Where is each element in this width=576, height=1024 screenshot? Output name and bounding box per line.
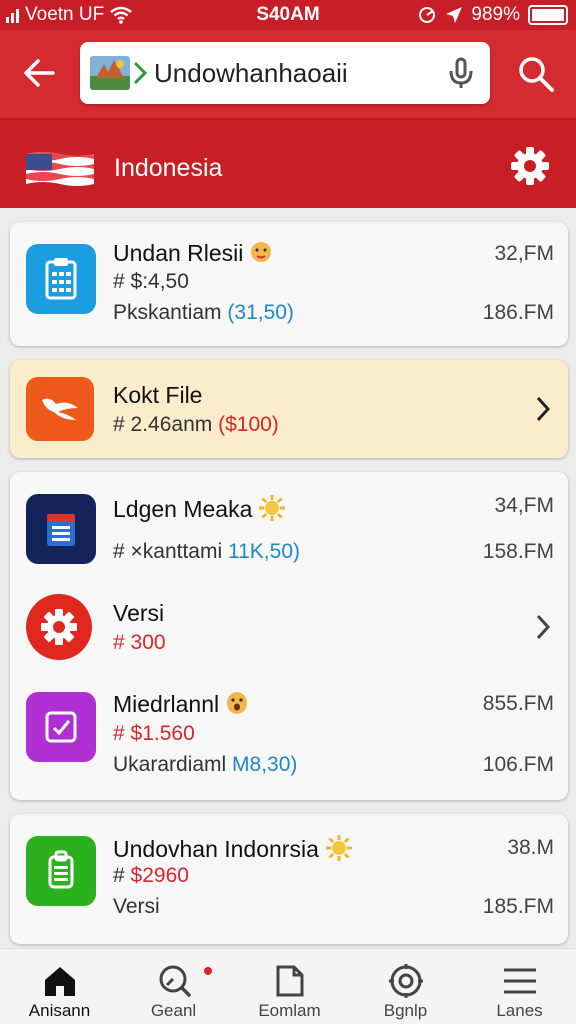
item-meta-bottom: 185.FM [482,895,554,918]
region-label: Indonesia [114,154,223,182]
calendar-icon [26,494,96,564]
search-icon [159,965,191,997]
sun-icon [325,834,353,868]
item-title: Ldgen Meaka [113,494,286,528]
search-field[interactable]: Undowhanhaoaii [80,42,490,104]
nav-label: Eomlam [258,1001,321,1020]
search-button[interactable] [516,54,556,94]
nav-item-home[interactable]: Anisann [2,949,117,1024]
item-title: Miedrlannl [113,690,249,722]
arrow-left-icon [24,59,55,87]
face-emoji-icon [249,240,273,270]
chevron-right-icon[interactable] [532,394,554,424]
region-bar: Indonesia [0,118,576,208]
app-bar: Undowhanhaoaii [0,30,576,118]
list-item[interactable]: Miedrlannl # $1.560 Ukarardiaml M8,30) 8… [10,672,568,800]
item-meta-bottom: 158.FM [482,540,554,563]
item-meta-bottom: 106.FM [482,753,554,776]
site-thumbnail-icon [90,56,130,90]
nav-label: Lanes [496,1001,543,1020]
item-detail: # ×kanttami 11K,50) [113,540,300,563]
receipt-icon [26,836,96,906]
flag-icon [26,152,94,186]
mic-icon [449,57,473,88]
nav-label: Anisann [28,1001,91,1020]
nav-label: Geanl [150,1001,197,1020]
nav-item-location[interactable]: Bgnlp [348,949,463,1024]
list-item[interactable]: Undan Rlesii # $:4,50 Pkskantiam (31,50)… [10,222,568,346]
face-emoji-icon [225,690,249,722]
document-icon [276,965,304,997]
item-title: Undovhan Indonrsia [113,834,353,868]
item-meta-top: 855.FM [482,692,554,715]
item-price: # $2960 [113,864,189,887]
clipboard-icon [26,244,96,314]
item-meta-top: 38.M [507,836,554,859]
location-arrow-icon [446,7,463,23]
list-card: Undan Rlesii # $:4,50 Pkskantiam (31,50)… [10,222,568,346]
item-meta-bottom: 186.FM [482,301,554,324]
search-icon [519,57,554,92]
chevron-right-green-icon [133,61,148,85]
nav-label: Bgnlp [383,1001,428,1020]
sun-icon [258,494,286,528]
status-right: 989% [417,4,568,26]
item-title: Kokt File [113,382,203,408]
list-item[interactable]: Versi # 300 [10,582,568,672]
item-detail: Ukarardiaml M8,30) [113,753,298,776]
item-meta-top: 34,FM [494,494,554,517]
nav-item-menu[interactable]: Lanes [462,949,576,1024]
list-card-highlighted: Kokt File # 2.46anm ($100) [10,360,568,458]
chevron-right-icon[interactable] [532,612,554,642]
item-price: # 300 [113,631,166,654]
settings-button[interactable] [510,146,550,186]
item-detail: Versi [113,895,160,918]
home-icon [45,967,75,996]
checkbox-icon [26,692,96,762]
status-bar: Voetn UF S40AM 989% [0,0,576,30]
item-title: Undan Rlesii [113,240,273,270]
sync-icon [419,7,436,23]
back-button[interactable] [16,50,62,96]
item-price: # $:4,50 [113,270,189,293]
notification-dot [204,967,212,975]
bottom-navigation: Anisann Geanl Eomlam Bgnlp Lanes [0,948,576,1024]
mic-button[interactable] [446,56,476,90]
item-price: # 2.46anm ($100) [113,413,279,436]
list-item[interactable]: Undovhan Indonrsia # $2960 Versi 38.M 18… [10,814,568,944]
list-item[interactable]: Ldgen Meaka # ×kanttami 11K,50) 34,FM 15… [10,472,568,582]
battery-percent: 989% [471,4,520,25]
battery-icon [528,5,568,25]
gear-icon [26,594,92,660]
wings-icon [26,377,94,441]
list-card: Ldgen Meaka # ×kanttami 11K,50) 34,FM 15… [10,472,568,800]
list-item[interactable]: Kokt File # 2.46anm ($100) [10,360,568,458]
nav-item-search[interactable]: Geanl [116,949,231,1024]
menu-icon [504,968,536,994]
item-meta-top: 32,FM [494,242,554,265]
gear-icon [511,147,549,185]
location-icon [389,964,423,998]
list-card: Undovhan Indonrsia # $2960 Versi 38.M 18… [10,814,568,944]
item-detail: Pkskantiam (31,50) [113,301,294,324]
item-price: # $1.560 [113,722,195,745]
nav-item-document[interactable]: Eomlam [232,949,347,1024]
search-input-value[interactable]: Undowhanhaoaii [154,58,348,89]
item-title: Versi [113,600,165,626]
